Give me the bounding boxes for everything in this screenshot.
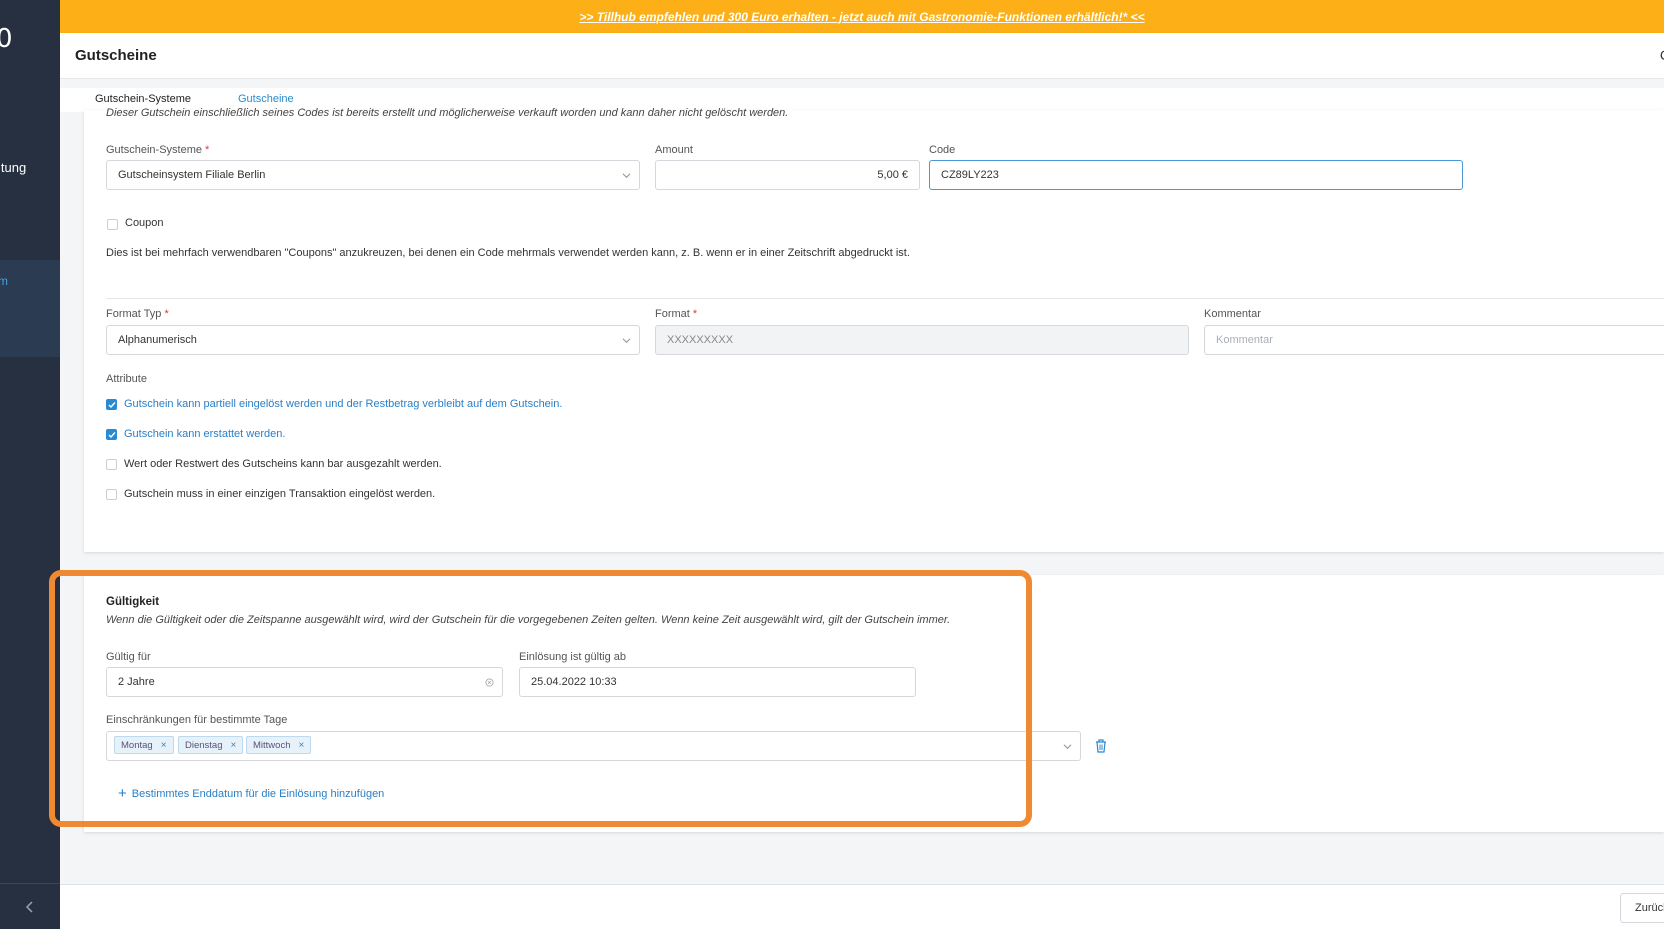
redeem-from-value: 25.04.2022 10:33 xyxy=(531,676,617,688)
validity-title: Gültigkeit xyxy=(106,596,160,608)
code-input[interactable]: CZ89LY223 xyxy=(929,160,1463,190)
code-value: CZ89LY223 xyxy=(941,169,999,181)
promo-link[interactable]: >> Tillhub empfehlen und 300 Euro erhalt… xyxy=(579,10,1144,24)
system-select-value: Gutscheinsystem Filiale Berlin xyxy=(118,169,266,181)
amount-input[interactable]: 5,00 € xyxy=(655,160,920,190)
section-divider xyxy=(106,298,1664,299)
format-type-value: Alphanumerisch xyxy=(118,334,197,346)
format-input: XXXXXXXXX xyxy=(655,325,1189,355)
format-type-label: Format Typ * xyxy=(106,308,169,320)
plus-icon: + xyxy=(118,785,127,802)
amount-label: Amount xyxy=(655,144,693,156)
tab-gutschein-systeme[interactable]: Gutschein-Systeme xyxy=(95,93,191,105)
trash-icon[interactable] xyxy=(1094,738,1108,754)
attribute-label-cash: Wert oder Restwert des Gutscheins kann b… xyxy=(124,458,442,470)
collapse-sidebar-button[interactable] xyxy=(0,883,60,929)
chevron-down-icon xyxy=(622,338,631,344)
attributes-label: Attribute xyxy=(106,373,147,385)
attribute-checkbox-refundable[interactable] xyxy=(106,429,117,440)
redeem-from-input[interactable]: 25.04.2022 10:33 xyxy=(519,667,916,697)
comment-label: Kommentar xyxy=(1204,308,1261,320)
page-header: Gutscheine C xyxy=(60,33,1664,79)
attribute-checkbox-partial[interactable] xyxy=(106,399,117,410)
valid-for-label: Gültig für xyxy=(106,651,151,663)
valid-for-value: 2 Jahre xyxy=(118,676,155,688)
chevron-down-icon xyxy=(622,173,631,179)
day-chip-label: Mittwoch xyxy=(253,739,291,751)
attribute-checkbox-single-transaction[interactable] xyxy=(106,489,117,500)
comment-input[interactable]: Kommentar xyxy=(1204,325,1664,355)
format-label: Format * xyxy=(655,308,698,320)
sidebar-item-label[interactable]: ltung xyxy=(0,160,26,175)
promo-banner: >> Tillhub empfehlen und 300 Euro erhalt… xyxy=(60,0,1664,33)
tab-gutscheine[interactable]: Gutscheine xyxy=(238,93,294,105)
app-logo: 0 xyxy=(0,24,13,54)
validity-description: Wenn die Gültigkeit oder die Zeitspanne … xyxy=(106,614,951,626)
coupon-checkbox[interactable] xyxy=(107,219,118,230)
attribute-label-single-transaction: Gutschein muss in einer einzigen Transak… xyxy=(124,488,436,500)
add-end-date-link[interactable]: + Bestimmtes Enddatum für die Einlösung h… xyxy=(118,785,384,802)
redeem-from-label: Einlösung ist gültig ab xyxy=(519,651,627,663)
system-select[interactable]: Gutscheinsystem Filiale Berlin xyxy=(106,160,640,190)
format-value: XXXXXXXXX xyxy=(667,334,734,346)
sidebar-item-active[interactable] xyxy=(0,260,60,357)
checkmark-icon xyxy=(108,402,116,409)
remove-chip-icon[interactable]: × xyxy=(231,740,237,751)
coupon-label: Coupon xyxy=(125,217,164,229)
day-chip-dienstag: Dienstag × xyxy=(178,736,244,754)
format-type-select[interactable]: Alphanumerisch xyxy=(106,325,640,355)
back-button[interactable]: Zurück xyxy=(1620,893,1664,923)
page-title: Gutscheine xyxy=(75,47,157,64)
checkmark-icon xyxy=(108,432,116,439)
day-chip-label: Dienstag xyxy=(185,739,223,751)
attribute-label-partial: Gutschein kann partiell eingelöst werden… xyxy=(124,398,563,410)
clear-circle-icon[interactable] xyxy=(485,678,494,687)
coupon-help-text: Dies ist bei mehrfach verwendbaren "Coup… xyxy=(106,247,910,259)
remove-chip-icon[interactable]: × xyxy=(161,740,167,751)
attribute-checkbox-cash[interactable] xyxy=(106,459,117,470)
sidebar: 0 ltung m xyxy=(0,0,60,929)
day-chip-label: Montag xyxy=(121,739,153,751)
remove-chip-icon[interactable]: × xyxy=(298,740,304,751)
day-restrictions-label: Einschränkungen für bestimmte Tage xyxy=(106,714,288,726)
chevron-left-icon xyxy=(25,900,33,913)
add-end-date-label: Bestimmtes Enddatum für die Einlösung hi… xyxy=(131,788,385,800)
chevron-down-icon xyxy=(1063,744,1072,750)
day-chip-mittwoch: Mittwoch × xyxy=(246,736,312,754)
not-deletable-notice: Dieser Gutschein einschließlich seines C… xyxy=(106,107,789,119)
sidebar-active-label[interactable]: m xyxy=(0,274,8,288)
footer-bar: Zurück xyxy=(60,884,1664,929)
amount-value: 5,00 € xyxy=(877,169,908,181)
day-chip-montag: Montag × xyxy=(114,736,174,754)
code-label: Code xyxy=(929,144,956,156)
system-label: Gutschein-Systeme * xyxy=(106,144,210,156)
header-right-fragment[interactable]: C xyxy=(1660,47,1664,63)
valid-for-select[interactable]: 2 Jahre xyxy=(106,667,503,697)
attribute-label-refundable: Gutschein kann erstattet werden. xyxy=(124,428,286,440)
comment-placeholder: Kommentar xyxy=(1216,334,1273,346)
